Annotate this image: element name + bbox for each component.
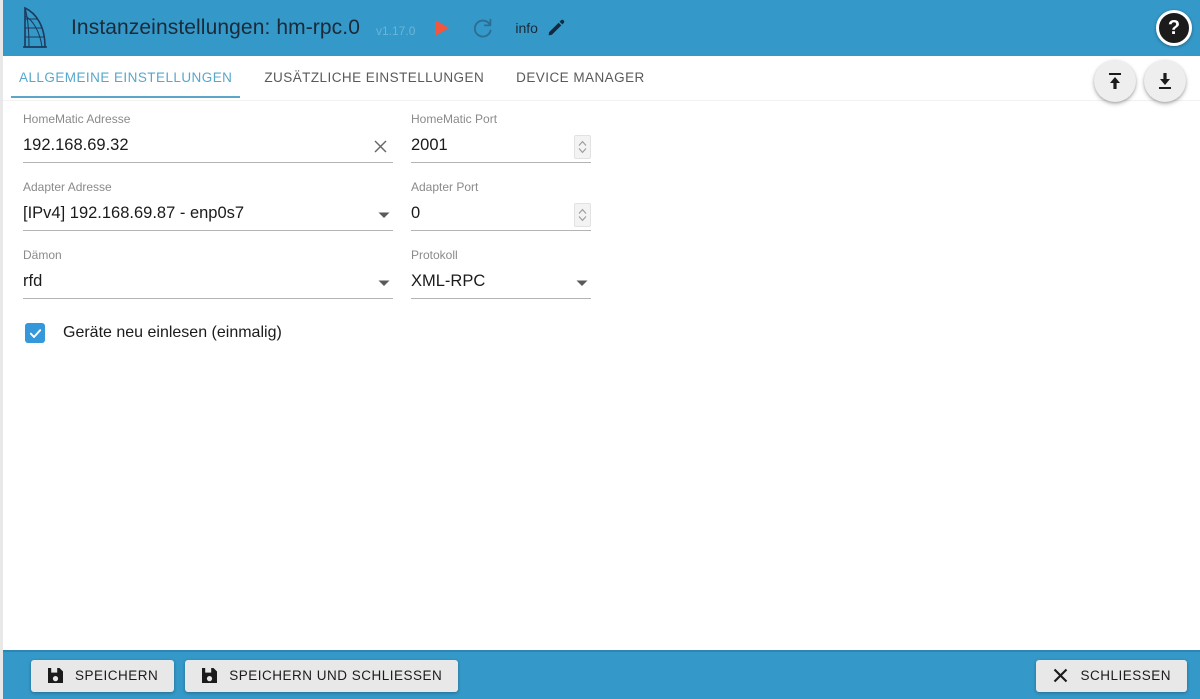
- floppy-save-icon: [48, 668, 63, 683]
- chevron-down-glyph-icon: [378, 280, 390, 286]
- field-homematic-address: HomeMatic Adresse 192.168.69.32: [23, 112, 393, 163]
- save-and-close-button-label: SPEICHERN UND SCHLIESSEN: [229, 668, 443, 683]
- clear-x-icon[interactable]: [369, 136, 391, 158]
- reread-devices-checkbox[interactable]: [25, 323, 45, 343]
- homematic-address-label: HomeMatic Adresse: [23, 112, 131, 126]
- info-link[interactable]: info: [515, 20, 538, 36]
- daemon-value: rfd: [23, 273, 43, 291]
- homematic-address-input[interactable]: 192.168.69.32: [23, 131, 393, 163]
- floppy-save-icon: [202, 668, 218, 683]
- adapter-port-input[interactable]: 0: [411, 199, 591, 231]
- adapter-address-select[interactable]: [IPv4] 192.168.69.87 - enp0s7: [23, 199, 393, 231]
- play-icon[interactable]: [431, 16, 453, 40]
- tab-zusaetzliche-einstellungen[interactable]: ZUSÄTZLICHE EINSTELLUNGEN: [248, 56, 500, 98]
- refresh-arrow-icon: [474, 18, 492, 38]
- close-button[interactable]: SCHLIESSEN: [1036, 659, 1187, 692]
- app-logo: [3, 0, 61, 56]
- chevron-down-icon[interactable]: [375, 274, 393, 292]
- homematic-port-label: HomeMatic Port: [411, 112, 498, 126]
- form-row-daemon: Dämon rfd Protokoll XML-RPC: [23, 248, 1183, 299]
- form-row-adapter: Adapter Adresse [IPv4] 192.168.69.87 - e…: [23, 180, 1183, 231]
- tab-device-manager[interactable]: DEVICE MANAGER: [500, 56, 661, 98]
- field-adapter-address: Adapter Adresse [IPv4] 192.168.69.87 - e…: [23, 180, 393, 231]
- save-button-label: SPEICHERN: [75, 668, 159, 683]
- refresh-icon[interactable]: [471, 16, 495, 40]
- homematic-address-value: 192.168.69.32: [23, 137, 129, 155]
- adapter-port-label: Adapter Port: [411, 180, 479, 194]
- download-button[interactable]: [1144, 60, 1186, 102]
- tab-allgemeine-einstellungen[interactable]: ALLGEMEINE EINSTELLUNGEN: [3, 56, 248, 98]
- homematic-port-stepper[interactable]: [574, 134, 591, 159]
- protocol-select[interactable]: XML-RPC: [411, 267, 591, 299]
- stepper-updown-icon: [578, 140, 587, 153]
- checkmark-icon: [29, 328, 41, 338]
- app-header: Instanzeinstellungen: hm-rpc.0 v1.17.0 i…: [3, 0, 1200, 56]
- save-button[interactable]: SPEICHERN: [31, 659, 175, 692]
- tab-bar: ALLGEMEINE EINSTELLUNGEN ZUSÄTZLICHE EIN…: [3, 56, 1200, 101]
- field-homematic-port: HomeMatic Port 2001: [411, 112, 591, 163]
- field-adapter-port: Adapter Port 0: [411, 180, 591, 231]
- upload-button[interactable]: [1094, 60, 1136, 102]
- dialog-footer: SPEICHERN SPEICHERN UND SCHLIESSEN SCHLI…: [3, 650, 1200, 699]
- adapter-address-value: [IPv4] 192.168.69.87 - enp0s7: [23, 205, 245, 223]
- pencil-icon: [548, 19, 565, 36]
- download-icon: [1159, 73, 1171, 89]
- daemon-select[interactable]: rfd: [23, 267, 393, 299]
- adapter-port-value: 0: [411, 205, 421, 223]
- reread-devices-label: Geräte neu einlesen (einmalig): [63, 324, 282, 341]
- save-and-close-button[interactable]: SPEICHERN UND SCHLIESSEN: [185, 659, 459, 692]
- fab-group: [1094, 60, 1186, 102]
- chevron-down-icon[interactable]: [375, 206, 393, 224]
- help-button[interactable]: ?: [1156, 10, 1192, 46]
- close-button-label: SCHLIESSEN: [1080, 668, 1171, 683]
- settings-form: HomeMatic Adresse 192.168.69.32 HomeMati…: [23, 112, 1183, 343]
- adapter-address-label: Adapter Adresse: [23, 180, 112, 194]
- close-x-icon: [1054, 668, 1068, 683]
- protocol-value: XML-RPC: [411, 273, 486, 291]
- pencil-edit-icon[interactable]: [546, 18, 566, 38]
- upload-icon: [1109, 73, 1121, 89]
- burj-al-arab-logo-icon: [23, 6, 47, 48]
- protocol-label: Protokoll: [411, 248, 458, 262]
- stepper-updown-icon: [578, 208, 587, 221]
- field-protocol: Protokoll XML-RPC: [411, 248, 591, 299]
- homematic-port-value: 2001: [411, 137, 448, 155]
- chevron-down-glyph-icon: [576, 280, 588, 286]
- close-x-glyph-icon: [374, 140, 386, 153]
- chevron-down-glyph-icon: [378, 212, 390, 218]
- homematic-port-input[interactable]: 2001: [411, 131, 591, 163]
- form-row-address: HomeMatic Adresse 192.168.69.32 HomeMati…: [23, 112, 1183, 163]
- page-title: Instanzeinstellungen: hm-rpc.0: [71, 16, 360, 39]
- play-triangle-icon: [435, 20, 450, 36]
- daemon-label: Dämon: [23, 248, 62, 262]
- reread-devices-row[interactable]: Geräte neu einlesen (einmalig): [23, 323, 1183, 343]
- chevron-down-icon[interactable]: [573, 274, 591, 292]
- adapter-port-stepper[interactable]: [574, 202, 591, 227]
- field-daemon: Dämon rfd: [23, 248, 393, 299]
- instance-settings-dialog: Instanzeinstellungen: hm-rpc.0 v1.17.0 i…: [0, 0, 1200, 699]
- version-label: v1.17.0: [376, 24, 416, 38]
